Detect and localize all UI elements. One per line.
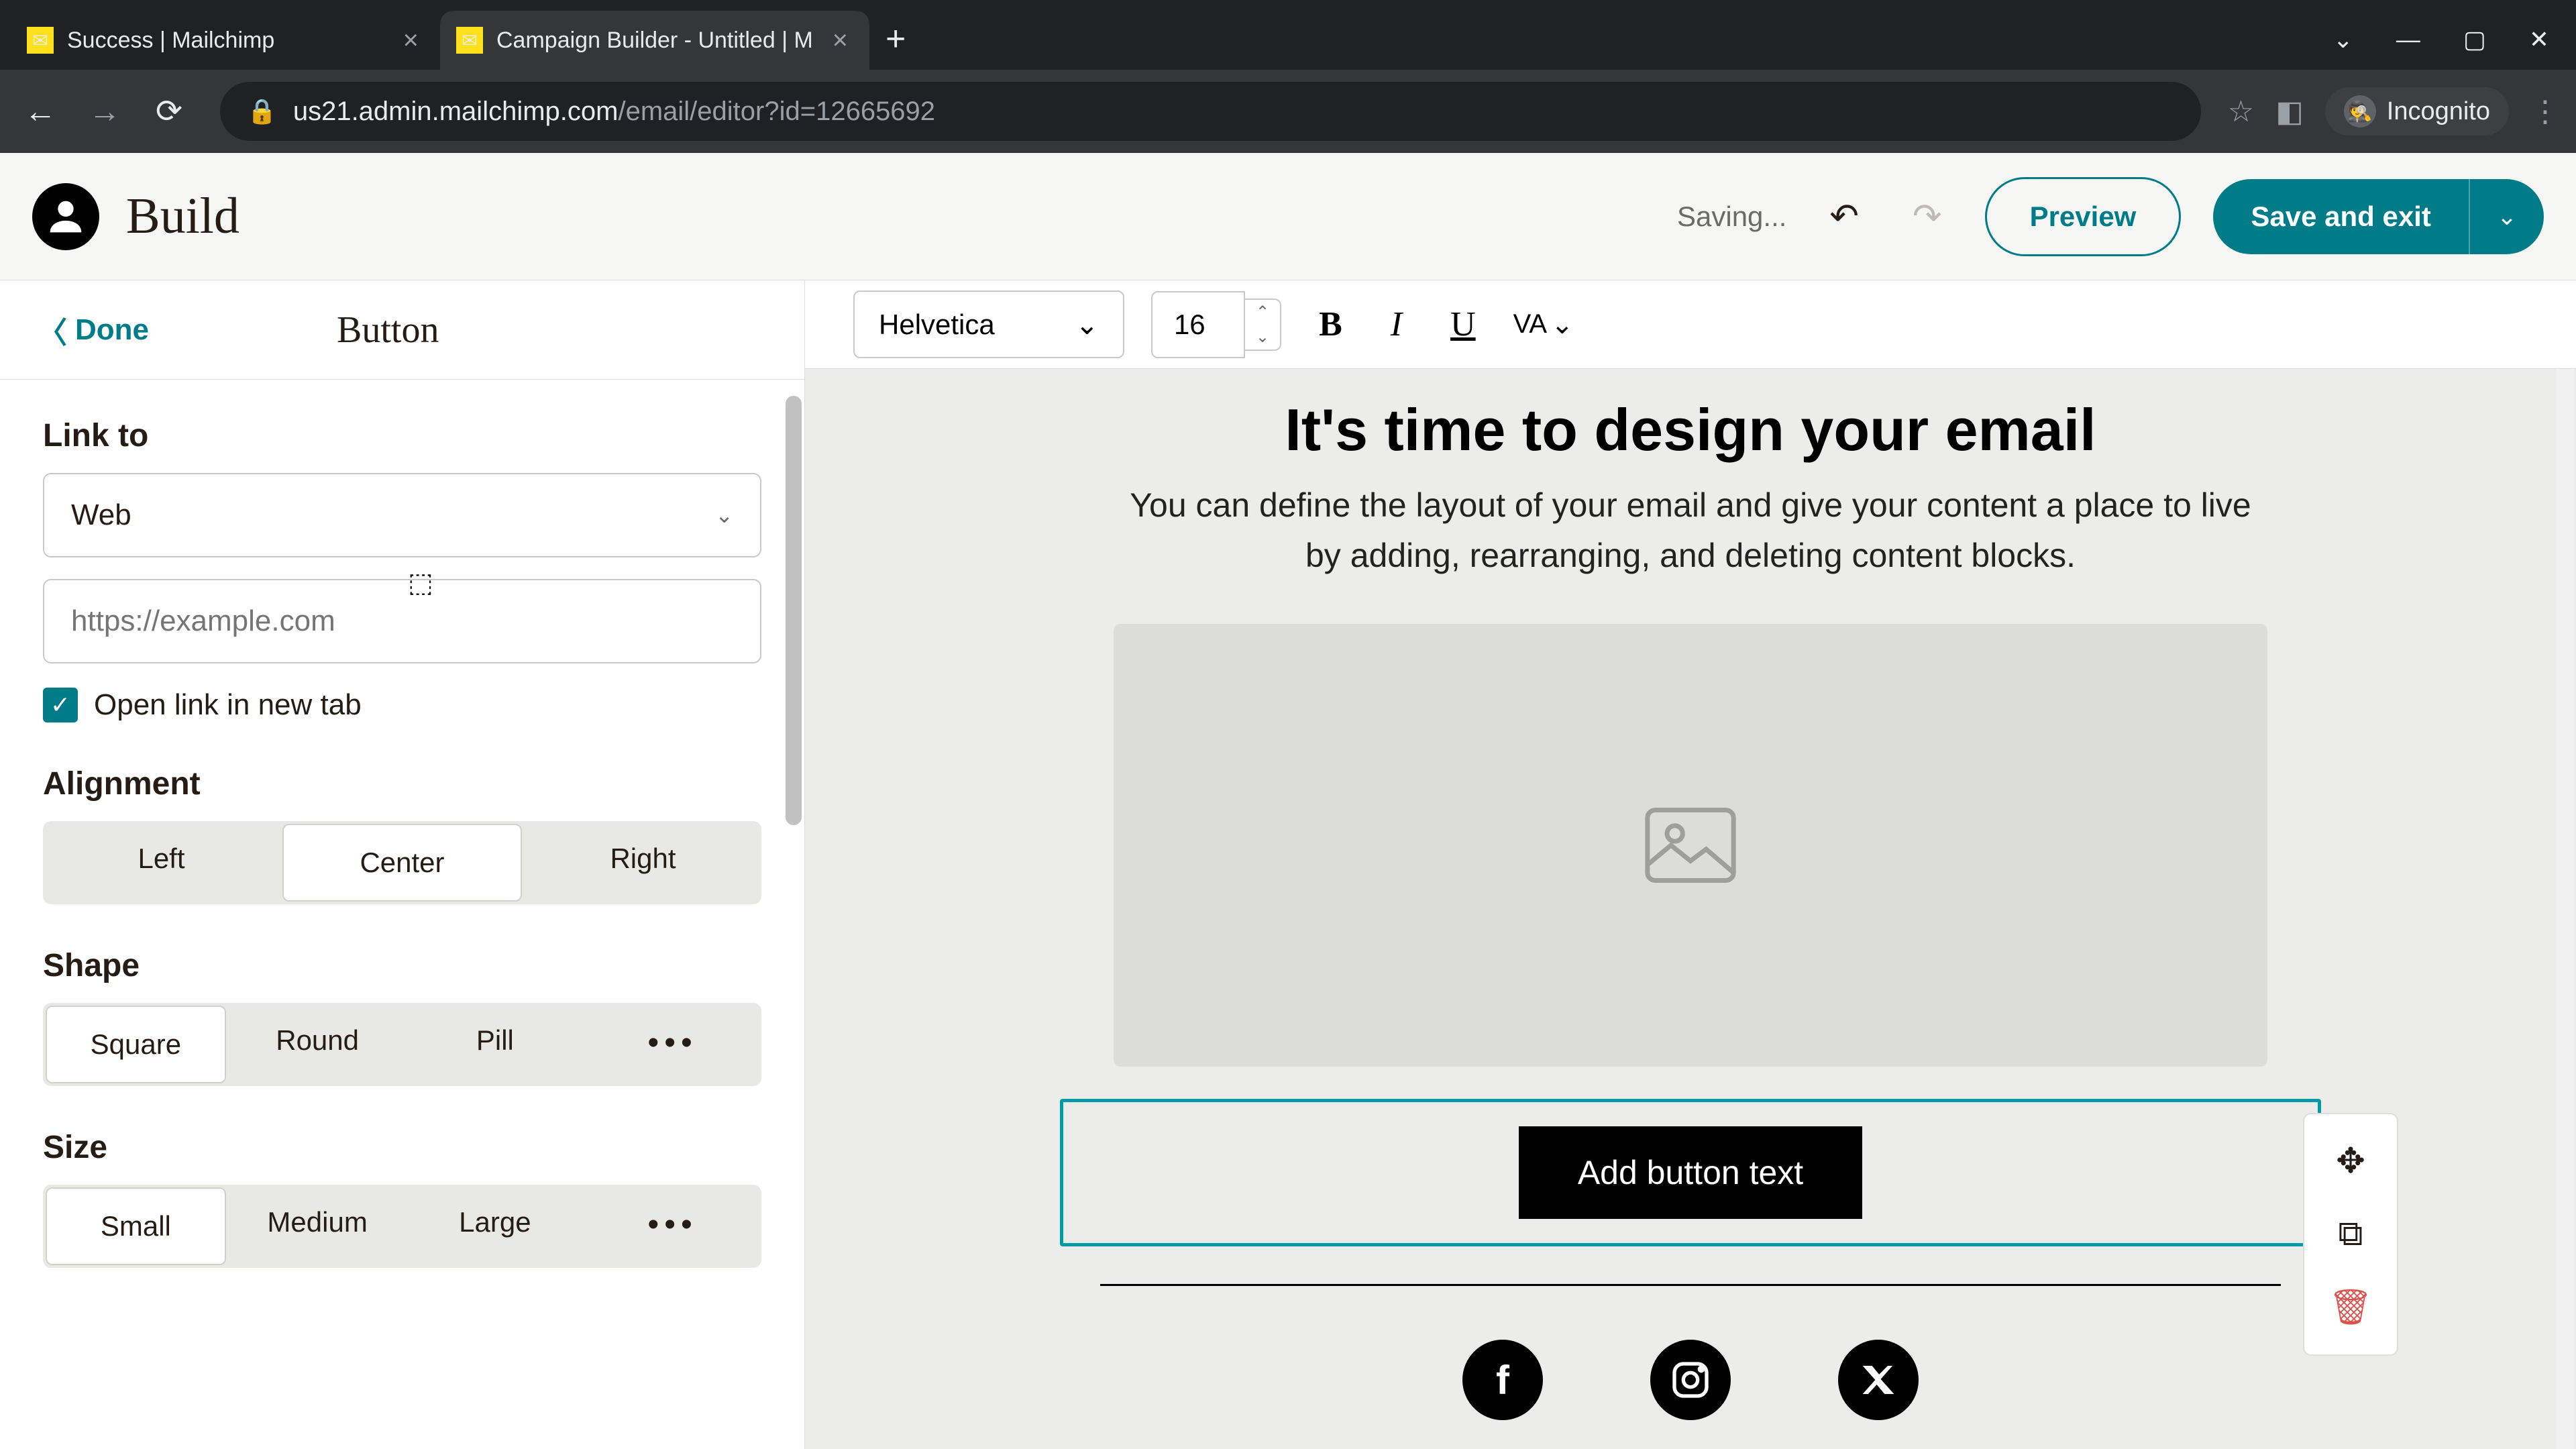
window-minimize-icon[interactable]: — [2396,25,2420,54]
move-block-icon[interactable]: ✥ [2310,1125,2392,1197]
panel-title: Button [337,309,439,352]
divider-block[interactable] [1100,1284,2281,1286]
shape-segmented: Square Round Pill ••• [43,1003,761,1086]
delete-block-icon[interactable]: 🗑 [2310,1271,2392,1344]
editor-canvas: Helvetica ⌄ 16 ⌃ ⌄ B I U VA ⌄ It's time … [805,280,2576,1449]
alignment-label: Alignment [43,765,761,802]
alignment-segmented: Left Center Right [43,821,761,904]
email-paragraph[interactable]: You can define the layout of your email … [1114,480,2267,581]
favicon-mailchimp-icon: ✉ [27,27,54,54]
facebook-icon[interactable]: f [1462,1340,1543,1420]
size-small-button[interactable]: Small [46,1187,226,1265]
chevron-down-icon: ⌄ [715,502,733,528]
url-input[interactable]: 🔒 us21.admin.mailchimp.com/email/editor?… [220,82,2201,141]
tab-title: Success | Mailchimp [67,28,274,54]
preview-button[interactable]: Preview [1985,177,2182,256]
font-family-select[interactable]: Helvetica ⌄ [853,290,1124,358]
alignment-center-button[interactable]: Center [282,824,522,902]
duplicate-block-icon[interactable]: ⧉ [2310,1197,2392,1271]
instagram-icon[interactable] [1650,1340,1731,1420]
save-exit-dropdown-icon[interactable]: ⌄ [2469,179,2544,254]
shape-more-button[interactable]: ••• [584,1003,761,1086]
url-text: us21.admin.mailchimp.com/email/editor?id… [293,97,935,127]
italic-button[interactable]: I [1380,305,1413,344]
app-header: Build Saving... ↶ ↷ Preview Save and exi… [0,153,2576,280]
link-to-label: Link to [43,417,761,454]
open-new-tab-checkbox[interactable]: ✓ [43,688,78,722]
browser-address-bar: ← → ⟳ 🔒 us21.admin.mailchimp.com/email/e… [0,70,2576,153]
underline-button[interactable]: U [1440,305,1487,344]
nav-back-icon[interactable]: ← [16,87,64,136]
page-title: Build [126,187,239,246]
side-panel-icon[interactable]: ◧ [2275,95,2304,129]
tab-title: Campaign Builder - Untitled | M [496,28,813,54]
window-maximize-icon[interactable]: ▢ [2463,25,2486,54]
nav-reload-icon[interactable]: ⟳ [145,87,193,136]
image-block-placeholder[interactable] [1114,624,2267,1067]
canvas-scrollbar[interactable] [2556,369,2575,1449]
social-block[interactable]: f [1060,1340,2321,1420]
email-button[interactable]: Add button text [1519,1126,1862,1219]
tab-dropdown-icon[interactable]: ⌄ [2333,25,2353,54]
size-segmented: Small Medium Large ••• [43,1185,761,1268]
image-placeholder-icon [1644,805,1737,885]
chevron-down-icon: ⌄ [1075,308,1099,341]
tab-close-icon[interactable]: × [403,25,419,56]
font-size-input[interactable]: 16 [1151,291,1245,358]
chevron-left-icon: 〈 [38,309,67,352]
save-status: Saving... [1677,201,1786,233]
save-and-exit-button[interactable]: Save and exit [2213,179,2468,254]
letter-spacing-button[interactable]: VA ⌄ [1513,309,1574,340]
shape-round-button[interactable]: Round [229,1003,407,1086]
text-format-toolbar: Helvetica ⌄ 16 ⌃ ⌄ B I U VA ⌄ [805,280,2576,369]
link-type-select[interactable]: Web ⌄ [43,473,761,557]
size-large-button[interactable]: Large [407,1185,584,1268]
browser-tab-strip: ✉ Success | Mailchimp × ✉ Campaign Build… [0,0,2576,70]
shape-pill-button[interactable]: Pill [407,1003,584,1086]
new-tab-button[interactable]: + [869,19,922,70]
incognito-badge[interactable]: 🕵 Incognito [2325,87,2509,136]
alignment-left-button[interactable]: Left [43,821,280,904]
font-size-up-icon[interactable]: ⌃ [1245,300,1280,325]
favicon-mailchimp-icon: ✉ [456,27,483,54]
window-close-icon[interactable]: ✕ [2529,25,2549,54]
block-floating-toolbar: ✥ ⧉ 🗑 [2303,1113,2398,1356]
shape-square-button[interactable]: Square [46,1006,226,1083]
email-heading[interactable]: It's time to design your email [1060,396,2321,464]
chevron-down-icon: ⌄ [1551,309,1574,340]
button-block-selected[interactable]: Add button text ✥ ⧉ 🗑 [1060,1099,2321,1246]
browser-tab[interactable]: ✉ Success | Mailchimp × [11,11,440,70]
tab-close-icon[interactable]: × [833,25,848,56]
size-more-button[interactable]: ••• [584,1185,761,1268]
undo-icon[interactable]: ↶ [1819,197,1870,237]
shape-label: Shape [43,947,761,984]
browser-menu-icon[interactable]: ⋮ [2530,95,2560,129]
font-size-down-icon[interactable]: ⌄ [1245,325,1280,350]
redo-icon[interactable]: ↷ [1902,197,1953,237]
bookmark-icon[interactable]: ☆ [2228,95,2254,129]
browser-tab-active[interactable]: ✉ Campaign Builder - Untitled | M × [440,11,869,70]
x-twitter-icon[interactable] [1838,1340,1919,1420]
mailchimp-logo-icon[interactable] [32,183,99,250]
done-button[interactable]: 〈 Done [38,309,149,352]
properties-sidebar: 〈 Done Button Link to Web ⌄ ⬚ ✓ Open lin… [0,280,805,1449]
size-label: Size [43,1129,761,1166]
bold-button[interactable]: B [1308,305,1353,344]
sidebar-scrollbar[interactable] [786,396,802,825]
size-medium-button[interactable]: Medium [229,1185,407,1268]
nav-forward-icon[interactable]: → [80,87,129,136]
open-new-tab-label: Open link in new tab [94,688,362,722]
alignment-right-button[interactable]: Right [525,821,761,904]
lock-icon: 🔒 [247,97,277,125]
incognito-icon: 🕵 [2344,95,2376,127]
link-url-input[interactable] [43,579,761,663]
